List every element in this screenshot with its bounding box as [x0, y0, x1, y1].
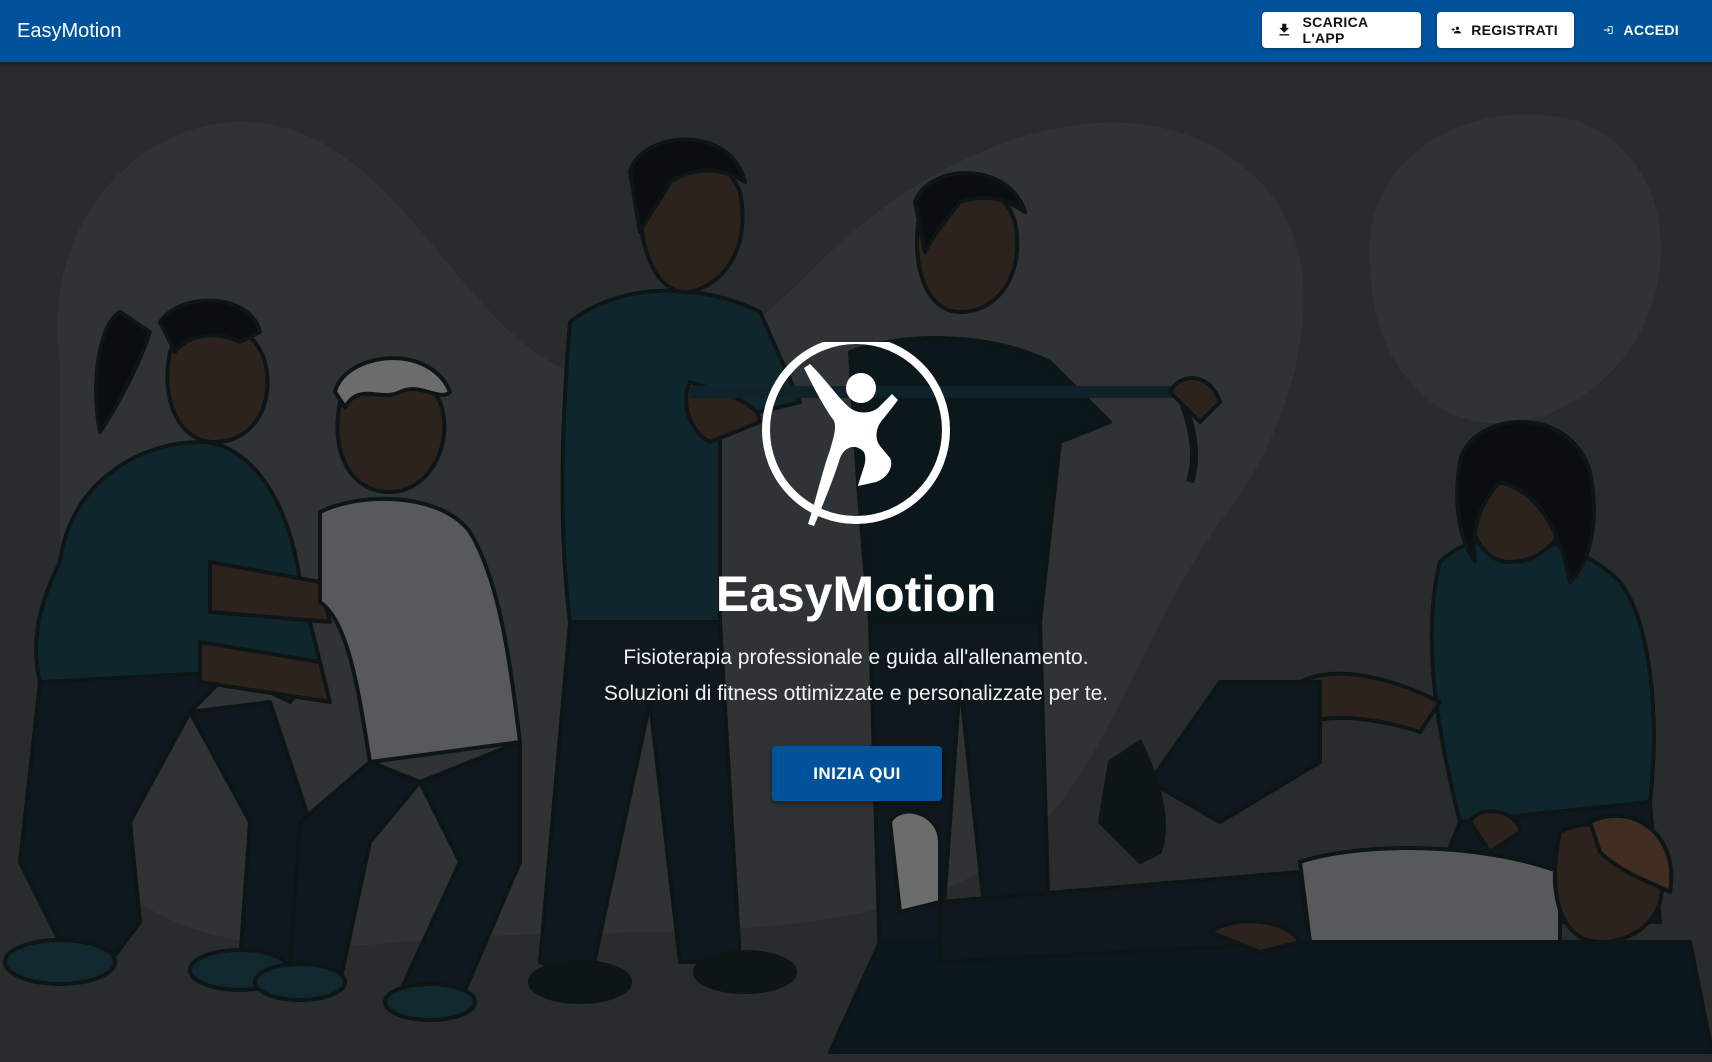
- login-icon: [1603, 26, 1613, 34]
- register-label: REGISTRATI: [1471, 22, 1558, 38]
- start-here-button[interactable]: INIZIA QUI: [772, 746, 942, 801]
- register-button[interactable]: REGISTRATI: [1437, 12, 1574, 48]
- hero-section: EasyMotion Fisioterapia professionale e …: [0, 62, 1712, 1062]
- hero-title: EasyMotion: [715, 566, 997, 622]
- download-app-label: SCARICA L'APP: [1302, 14, 1368, 46]
- person-add-icon: [1451, 26, 1461, 34]
- download-app-button[interactable]: SCARICA L'APP: [1262, 12, 1421, 48]
- download-icon: [1279, 23, 1290, 36]
- hero-overlay: [0, 62, 1712, 1062]
- hero-subtitle-line2: Soluzioni di fitness ottimizzate e perso…: [603, 682, 1109, 705]
- app-title[interactable]: EasyMotion: [17, 0, 122, 62]
- login-button[interactable]: ACCEDI: [1589, 12, 1695, 48]
- login-label: ACCEDI: [1623, 22, 1679, 38]
- jumping-person-logo: [762, 342, 950, 526]
- app-bar: EasyMotion SCARICA L'APP REGISTRATI ACCE…: [0, 0, 1712, 62]
- hero-subtitle-line1: Fisioterapia professionale e guida all'a…: [623, 646, 1089, 669]
